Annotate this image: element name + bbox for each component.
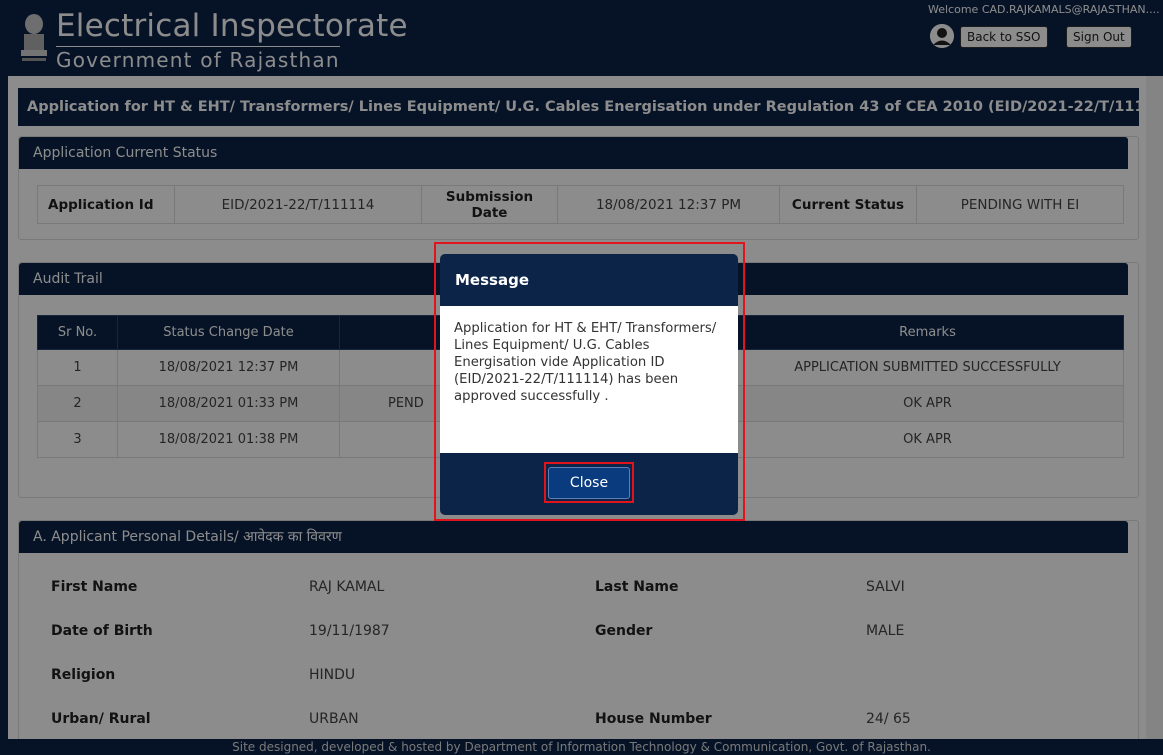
close-button[interactable]: Close	[548, 467, 630, 499]
dialog-message: Application for HT & EHT/ Transformers/ …	[440, 306, 738, 453]
app-window: Electrical Inspectorate Government of Ra…	[0, 0, 1163, 755]
message-dialog: Message Application for HT & EHT/ Transf…	[440, 254, 738, 515]
dialog-title: Message	[455, 271, 529, 289]
dialog-footer: Close	[440, 453, 738, 515]
